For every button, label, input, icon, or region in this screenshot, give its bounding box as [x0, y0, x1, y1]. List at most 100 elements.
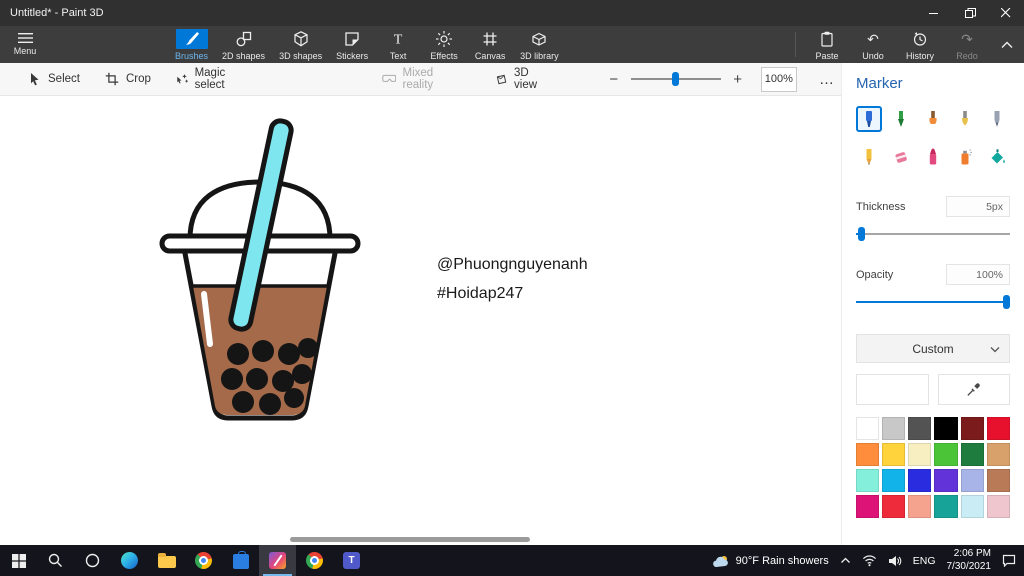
action-center-button[interactable] — [1002, 554, 1016, 567]
thickness-slider[interactable] — [856, 226, 1010, 242]
brush-calligraphy-pen[interactable] — [888, 106, 914, 132]
network-icon[interactable] — [862, 554, 877, 567]
3d-view-tool[interactable]: 3D view — [482, 63, 558, 95]
tab-effects[interactable]: Effects — [421, 26, 467, 63]
undo-button[interactable]: ↶ Undo — [850, 26, 896, 63]
history-button[interactable]: History — [896, 26, 944, 63]
eyedropper-button[interactable] — [937, 374, 1010, 405]
current-color-well[interactable] — [856, 374, 929, 405]
select-tool[interactable]: Select — [14, 63, 92, 95]
mixed-reality-tool[interactable]: Mixed reality — [370, 63, 466, 95]
color-swatch[interactable] — [934, 443, 958, 466]
tab-3d-shapes[interactable]: 3D shapes — [272, 26, 329, 63]
brush-oil-brush[interactable] — [920, 106, 946, 132]
brush-marker[interactable] — [856, 106, 882, 132]
magic-select-tool[interactable]: Magic select — [163, 63, 258, 95]
watercolor-brush-icon — [962, 111, 968, 126]
color-swatch[interactable] — [882, 495, 906, 518]
opacity-value-field[interactable]: 100% — [946, 264, 1010, 285]
tab-2d-shapes[interactable]: 2D shapes — [215, 26, 272, 63]
color-swatch[interactable] — [960, 469, 984, 492]
thickness-slider-thumb[interactable] — [858, 227, 865, 241]
zoom-level[interactable]: 100% — [760, 66, 798, 92]
color-swatch[interactable] — [908, 495, 932, 518]
3d-library-icon — [532, 32, 546, 46]
taskbar-search-button[interactable] — [37, 545, 74, 576]
zoom-in-button[interactable]: + — [729, 71, 747, 88]
paste-button[interactable]: Paste — [804, 26, 850, 63]
pencil-icon — [866, 149, 872, 165]
close-button[interactable] — [988, 0, 1024, 26]
brush-eraser[interactable] — [888, 144, 914, 170]
color-swatch[interactable] — [934, 417, 958, 440]
color-swatch[interactable] — [960, 495, 984, 518]
color-swatch[interactable] — [882, 443, 906, 466]
color-swatch[interactable] — [882, 469, 906, 492]
color-palette-select[interactable]: Custom — [856, 334, 1010, 363]
thickness-slider-track — [856, 233, 1010, 235]
tab-brushes[interactable]: Brushes — [168, 26, 215, 63]
color-swatch[interactable] — [856, 495, 880, 518]
brush-fill[interactable] — [984, 144, 1010, 170]
zoom-slider[interactable] — [630, 71, 721, 87]
cortana-button[interactable] — [74, 545, 111, 576]
taskbar-app-store[interactable] — [222, 545, 259, 576]
hidden-icons-button[interactable] — [840, 557, 851, 564]
taskbar-app-edge[interactable] — [111, 545, 148, 576]
canvas-horizontal-scrollbar[interactable] — [290, 537, 530, 542]
brush-pixel-pen[interactable] — [984, 106, 1010, 132]
ribbon-actions: Paste ↶ Undo History ↷ Redo — [787, 26, 1024, 63]
taskbar-app-paint3d[interactable] — [259, 545, 296, 576]
svg-text:T: T — [394, 33, 403, 48]
color-swatch[interactable] — [908, 443, 932, 466]
crop-tool[interactable]: Crop — [92, 63, 163, 95]
zoom-out-button[interactable]: − — [605, 71, 623, 88]
opacity-slider[interactable] — [856, 294, 1010, 310]
color-swatch[interactable] — [960, 417, 984, 440]
maximize-button[interactable] — [952, 0, 988, 26]
color-swatch[interactable] — [986, 417, 1010, 440]
taskbar-app-file-explorer[interactable] — [148, 545, 185, 576]
clock[interactable]: 2:06 PM 7/30/2021 — [947, 548, 992, 573]
brush-watercolor[interactable] — [952, 106, 978, 132]
weather-widget[interactable]: 90°F Rain showers — [712, 554, 829, 568]
tab-canvas[interactable]: Canvas — [467, 26, 513, 63]
tab-3d-library[interactable]: 3D library — [513, 26, 566, 63]
color-swatch[interactable] — [856, 469, 880, 492]
color-swatch[interactable] — [986, 469, 1010, 492]
opacity-slider-thumb[interactable] — [1003, 295, 1010, 309]
drawing-canvas[interactable]: @Phuongnguyenanh #Hoidap247 — [0, 96, 841, 545]
chrome-secondary-icon — [306, 552, 323, 569]
start-button[interactable] — [0, 545, 37, 576]
tab-text[interactable]: T Text — [375, 26, 421, 63]
3d-shapes-icon — [293, 31, 308, 47]
redo-button[interactable]: ↷ Redo — [944, 26, 990, 63]
brush-pencil[interactable] — [856, 144, 882, 170]
taskbar-app-chrome[interactable] — [185, 545, 222, 576]
color-swatch[interactable] — [986, 443, 1010, 466]
color-swatch[interactable] — [934, 469, 958, 492]
brush-panel: Marker Thickness 5px Opacity 100% Custom — [841, 63, 1024, 545]
color-swatch[interactable] — [882, 417, 906, 440]
color-swatch[interactable] — [856, 417, 880, 440]
collapse-ribbon-button[interactable] — [990, 26, 1024, 63]
color-swatch[interactable] — [934, 495, 958, 518]
taskbar-app-teams[interactable]: T — [333, 545, 370, 576]
zoom-slider-thumb[interactable] — [672, 72, 680, 86]
menu-button[interactable]: Menu — [0, 26, 50, 63]
language-indicator[interactable]: ENG — [913, 555, 936, 567]
brush-crayon[interactable] — [920, 144, 946, 170]
volume-icon[interactable] — [888, 555, 902, 567]
taskbar-app-chrome-2[interactable] — [296, 545, 333, 576]
color-swatch[interactable] — [960, 443, 984, 466]
minimize-button[interactable] — [916, 0, 952, 26]
color-swatch[interactable] — [908, 417, 932, 440]
tab-stickers[interactable]: Stickers — [329, 26, 375, 63]
more-options-button[interactable]: … — [813, 71, 841, 88]
color-swatch[interactable] — [856, 443, 880, 466]
panel-title: Marker — [856, 75, 903, 92]
thickness-value-field[interactable]: 5px — [946, 196, 1010, 217]
brush-spray-can[interactable] — [952, 144, 978, 170]
color-swatch[interactable] — [986, 495, 1010, 518]
color-swatch[interactable] — [908, 469, 932, 492]
